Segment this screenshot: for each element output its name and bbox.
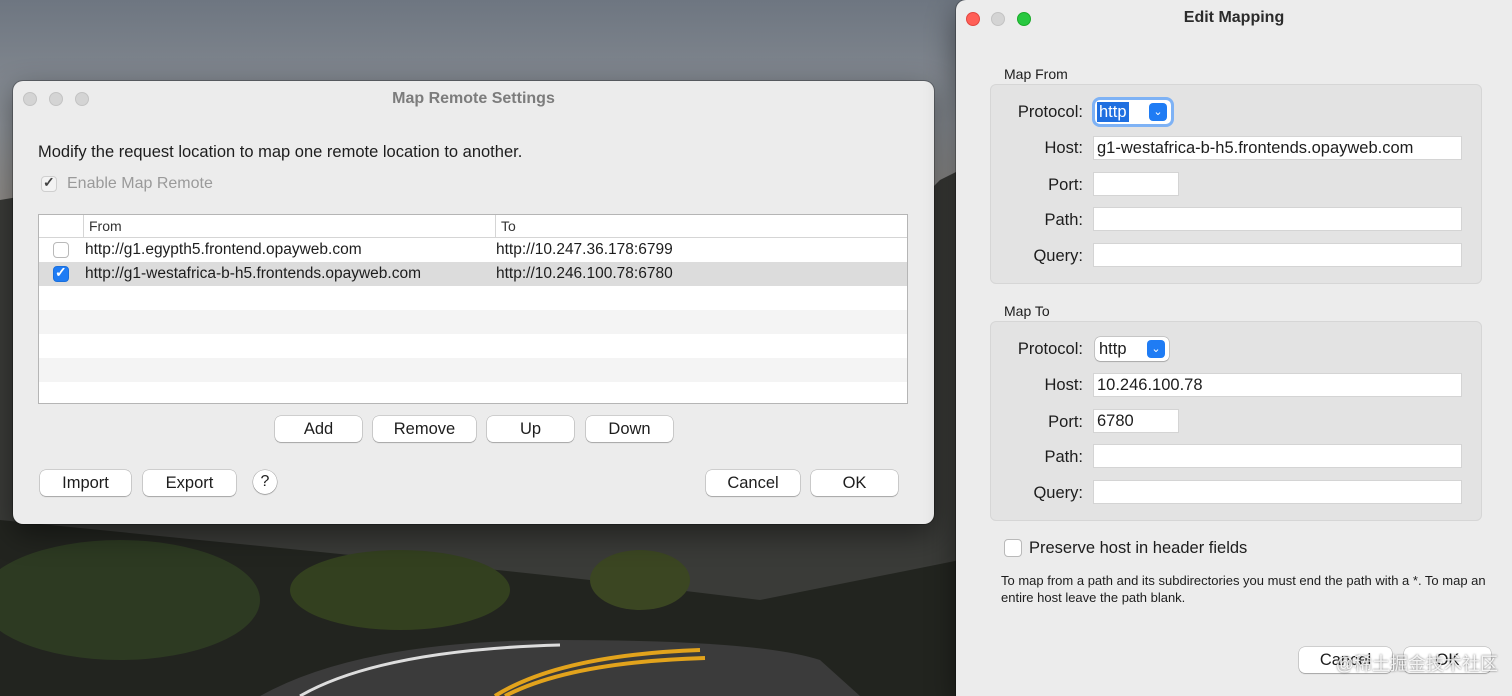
port-label: Port: [1048, 176, 1083, 194]
ok-button[interactable]: OK [811, 470, 898, 496]
protocol-label: Protocol: [1017, 103, 1083, 121]
preserve-host-label: Preserve host in header fields [1029, 539, 1248, 557]
row-from: http://g1-westafrica-b-h5.frontends.opay… [85, 265, 422, 282]
query-label: Query: [1033, 247, 1083, 265]
window-title: Map Remote Settings [392, 90, 555, 107]
empty-row [39, 358, 907, 382]
minimize-button[interactable] [49, 92, 63, 106]
table-row[interactable]: http://g1.egypth5.frontend.opayweb.com h… [39, 238, 907, 262]
path-label: Path: [1044, 448, 1083, 466]
zoom-button[interactable] [75, 92, 89, 106]
map-from-query-field[interactable] [1093, 243, 1462, 267]
map-to-group: Protocol: http ⌄ Host: 10.246.100.78 Por… [990, 321, 1482, 521]
map-from-group: Protocol: http ⌄ Host: g1-westafrica-b-h… [990, 84, 1482, 284]
checkmark-icon: ✓ [55, 264, 67, 280]
chevron-down-icon: ⌄ [1149, 103, 1167, 121]
enable-map-remote-label: Enable Map Remote [67, 175, 213, 192]
up-button[interactable]: Up [487, 416, 574, 442]
map-to-host-field[interactable]: 10.246.100.78 [1093, 373, 1462, 397]
map-from-host-field[interactable]: g1-westafrica-b-h5.frontends.opayweb.com [1093, 136, 1462, 160]
row-to: http://10.246.100.78:6780 [496, 265, 673, 282]
down-button[interactable]: Down [586, 416, 673, 442]
host-label: Host: [1044, 139, 1083, 157]
import-button[interactable]: Import [40, 470, 131, 496]
table-header: From To [39, 215, 907, 238]
column-header-to[interactable]: To [501, 218, 516, 234]
add-button[interactable]: Add [275, 416, 362, 442]
help-button[interactable]: ? [253, 470, 277, 494]
checkmark-icon: ✓ [43, 174, 55, 190]
row-from: http://g1.egypth5.frontend.opayweb.com [85, 241, 362, 258]
map-to-port-field[interactable]: 6780 [1093, 409, 1179, 433]
empty-row [39, 310, 907, 334]
close-button[interactable] [966, 12, 980, 26]
remove-button[interactable]: Remove [373, 416, 476, 442]
map-remote-settings-window: Map Remote Settings Modify the request l… [13, 81, 934, 524]
chevron-down-icon: ⌄ [1147, 340, 1165, 358]
help-note: To map from a path and its subdirectorie… [1001, 573, 1486, 605]
map-to-protocol-select[interactable]: http ⌄ [1095, 337, 1169, 361]
map-to-label: Map To [1004, 303, 1050, 319]
enable-map-remote-checkbox[interactable]: ✓ [41, 174, 57, 192]
port-label: Port: [1048, 413, 1083, 431]
row-enabled-checkbox[interactable] [53, 242, 69, 258]
column-header-from[interactable]: From [89, 218, 122, 234]
map-to-query-field[interactable] [1093, 480, 1462, 504]
table-row-selected[interactable]: ✓ http://g1-westafrica-b-h5.frontends.op… [39, 262, 907, 286]
protocol-value: http [1099, 340, 1127, 358]
host-label: Host: [1044, 376, 1083, 394]
map-from-port-field[interactable] [1093, 172, 1179, 196]
query-label: Query: [1033, 484, 1083, 502]
path-label: Path: [1044, 211, 1083, 229]
protocol-label: Protocol: [1017, 340, 1083, 358]
map-from-path-field[interactable] [1093, 207, 1462, 231]
preserve-host-checkbox[interactable] [1004, 539, 1022, 557]
map-from-protocol-select[interactable]: http ⌄ [1095, 100, 1171, 124]
watermark: @稀土掘金技术社区 [1335, 654, 1498, 674]
row-enabled-checkbox[interactable]: ✓ [53, 264, 69, 282]
minimize-button[interactable] [991, 12, 1005, 26]
zoom-button[interactable] [1017, 12, 1031, 26]
close-button[interactable] [23, 92, 37, 106]
mapping-table: From To http://g1.egypth5.frontend.opayw… [38, 214, 908, 404]
cancel-button[interactable]: Cancel [706, 470, 800, 496]
row-to: http://10.247.36.178:6799 [496, 241, 673, 258]
window-title: Edit Mapping [1183, 9, 1285, 26]
description-text: Modify the request location to map one r… [38, 143, 523, 161]
map-to-path-field[interactable] [1093, 444, 1462, 468]
map-from-label: Map From [1004, 66, 1068, 82]
protocol-value: http [1097, 102, 1129, 122]
edit-mapping-window: Edit Mapping Map From Protocol: http ⌄ H… [956, 0, 1512, 696]
export-button[interactable]: Export [143, 470, 236, 496]
